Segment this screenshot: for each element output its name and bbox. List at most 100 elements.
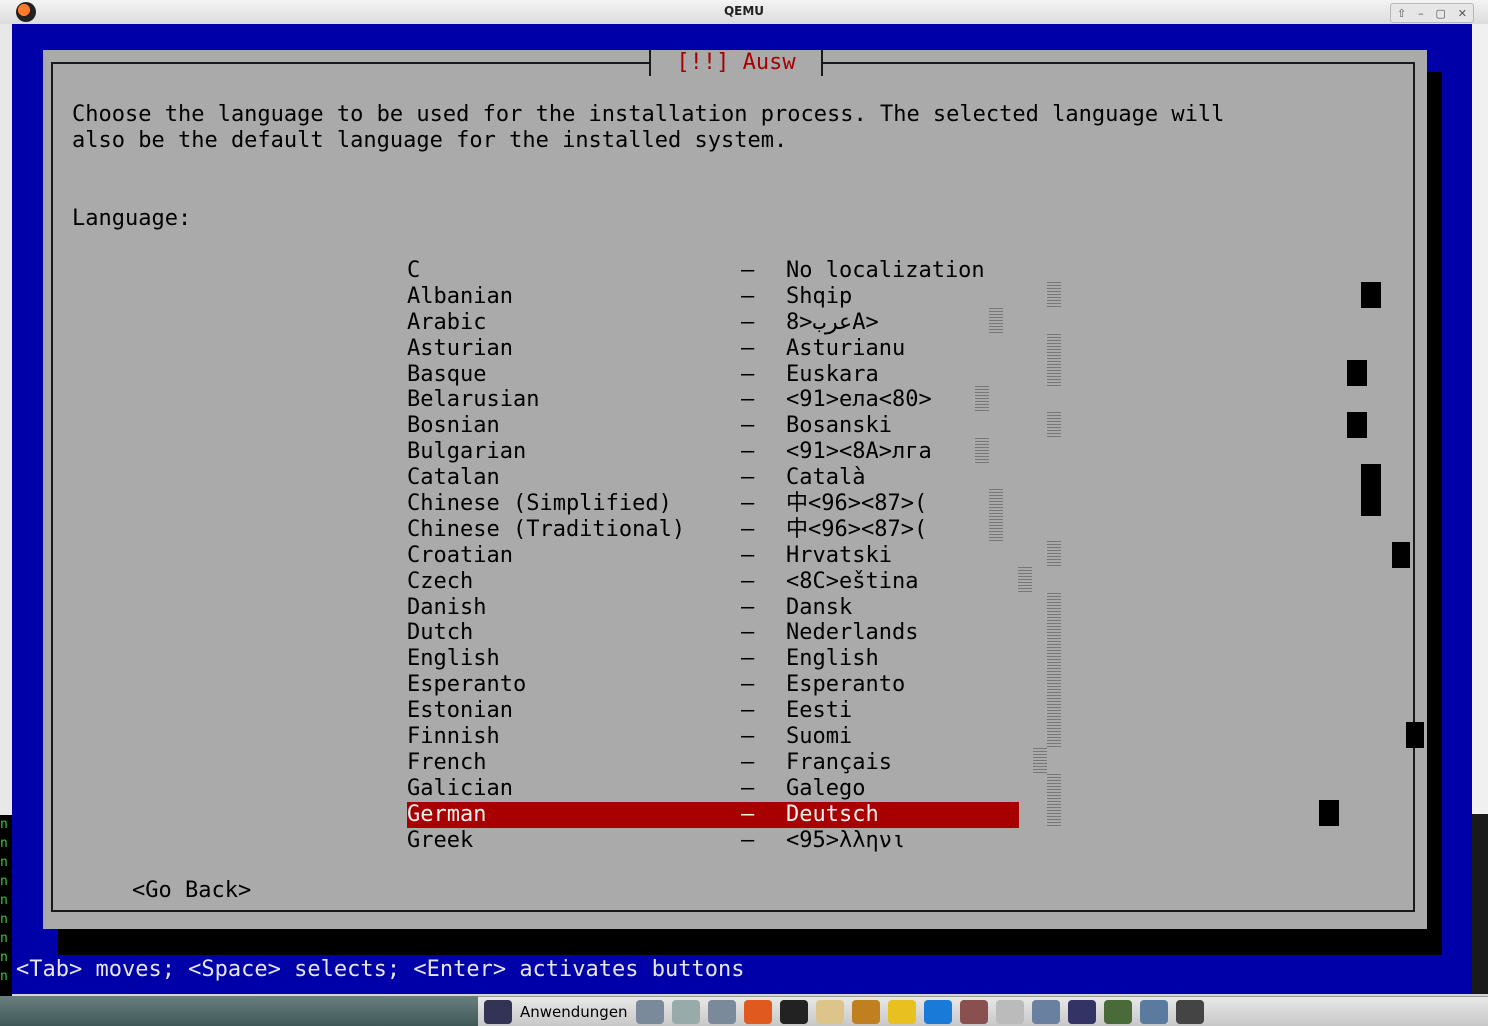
separator-dash: – [741, 309, 755, 335]
language-name: Danish [407, 594, 487, 620]
separator-dash: – [741, 361, 755, 387]
vm-screen[interactable]: [!!] Ausw Choose the language to be used… [12, 24, 1472, 994]
language-name: Finnish [407, 724, 500, 750]
separator-dash: – [741, 594, 755, 620]
terminal-glyph: n [0, 893, 8, 908]
language-native-name: Esperanto [786, 672, 906, 698]
lock-icon[interactable] [1067, 999, 1096, 1024]
language-option[interactable]: English – English [407, 646, 1027, 672]
scrollbar-segment [1047, 541, 1061, 567]
language-native-name: عرب<8A> [786, 309, 879, 335]
language-name: Estonian [407, 698, 513, 724]
language-option[interactable]: Chinese (Simplified) – 中<96><87>( [407, 491, 1027, 517]
dialog-title: [!!] Ausw [649, 50, 823, 76]
go-back-button[interactable]: <Go Back> [132, 878, 251, 904]
language-name: Galician [407, 775, 513, 801]
separator-dash: – [741, 801, 755, 827]
language-option[interactable]: Chinese (Traditional) – 中<96><87>( [407, 517, 1027, 543]
language-option-selected[interactable]: German – Deutsch [407, 801, 1019, 828]
text-editor-icon[interactable] [815, 999, 844, 1024]
brave-browser-icon[interactable] [743, 999, 772, 1024]
language-option[interactable]: Croatian – Hrvatski [407, 543, 1027, 569]
language-option[interactable]: Galician – Galego [407, 776, 1027, 802]
render-artifact [1347, 360, 1367, 386]
scrollbar-segment [1033, 748, 1047, 774]
language-native-name: Asturianu [786, 335, 906, 361]
language-name: German [407, 801, 487, 827]
language-option[interactable]: Danish – Dansk [407, 595, 1027, 621]
language-option[interactable]: C – No localization [407, 258, 1027, 284]
archive-icon[interactable] [851, 999, 880, 1024]
separator-dash: – [741, 542, 755, 568]
scrollbar-segment [975, 386, 989, 412]
separator-dash: – [741, 387, 755, 413]
language-option[interactable]: Finnish – Suomi [407, 724, 1027, 750]
language-name: Greek [407, 827, 474, 853]
language-option[interactable]: Bosnian – Bosanski [407, 413, 1027, 439]
screenshot-icon[interactable] [707, 999, 736, 1024]
language-name: English [407, 646, 500, 672]
language-name: Belarusian [407, 387, 540, 413]
language-native-name: <91>ела<80> [786, 387, 932, 413]
render-artifact [1406, 722, 1424, 748]
mail-icon[interactable] [887, 999, 916, 1024]
language-name: Basque [407, 361, 487, 387]
window-up-icon[interactable]: ⇧ [1397, 7, 1406, 20]
terminal-icon[interactable] [779, 999, 808, 1024]
language-native-name: Suomi [786, 724, 853, 750]
language-option[interactable]: Bulgarian – <91><8A>лга [407, 439, 1027, 465]
xfce-menu-icon[interactable] [484, 999, 512, 1024]
language-name: Asturian [407, 335, 513, 361]
folder-icon[interactable] [1031, 999, 1060, 1024]
language-option[interactable]: Belarusian – <91>ела<80> [407, 387, 1027, 413]
background-terminal-edge: nnnnnnnnn [0, 815, 12, 1005]
shutdown-icon[interactable] [1175, 999, 1204, 1024]
window-close-icon[interactable]: ✕ [1458, 7, 1467, 20]
language-native-name: Bosanski [786, 413, 892, 439]
separator-dash: – [741, 620, 755, 646]
separator-dash: – [741, 465, 755, 491]
language-option[interactable]: Estonian – Eesti [407, 698, 1027, 724]
language-option[interactable]: French – Français [407, 750, 1027, 776]
language-dialog: [!!] Ausw Choose the language to be used… [43, 50, 1427, 929]
search-icon[interactable] [995, 999, 1024, 1024]
language-native-name: Català [786, 465, 866, 491]
dialog-description: Choose the language to be used for the i… [72, 102, 1224, 154]
language-option[interactable]: Dutch – Nederlands [407, 620, 1027, 646]
applications-menu-label[interactable]: Anwendungen [520, 1003, 628, 1021]
separator-dash: – [741, 258, 755, 283]
language-native-name: <8C>eština [786, 568, 919, 594]
render-artifact [1347, 412, 1367, 438]
language-option[interactable]: Basque – Euskara [407, 362, 1027, 388]
language-option[interactable]: Esperanto – Esperanto [407, 672, 1027, 698]
language-option[interactable]: Albanian – Shqip [407, 284, 1027, 310]
file-manager-icon[interactable] [635, 999, 664, 1024]
suspend-icon[interactable] [1139, 999, 1168, 1024]
language-list[interactable]: C – No localization Albanian – Shqip Arabic – عر… [407, 258, 1027, 853]
terminal-glyph: n [0, 836, 8, 851]
teamviewer-icon[interactable] [923, 999, 952, 1024]
language-native-name: Dansk [786, 594, 853, 620]
scrollbar-segment [975, 438, 989, 464]
window-switch-icon[interactable] [671, 999, 700, 1024]
language-name: Albanian [407, 283, 513, 309]
language-native-name: English [786, 646, 879, 672]
language-option[interactable]: Arabic – عرب<8A> [407, 310, 1027, 336]
language-name: Arabic [407, 309, 487, 335]
language-native-name: Euskara [786, 361, 879, 387]
package-manager-icon[interactable] [959, 999, 988, 1024]
window-titlebar[interactable]: QEMU ⇧ – ▢ ✕ [0, 0, 1488, 25]
window-minimize-icon[interactable]: – [1418, 7, 1424, 20]
window-maximize-icon[interactable]: ▢ [1435, 7, 1445, 20]
sleep-icon[interactable] [1103, 999, 1132, 1024]
background-window-edge [0, 24, 12, 824]
separator-dash: – [741, 646, 755, 672]
language-option[interactable]: Greek – <95>λληνι [407, 828, 1027, 854]
language-option[interactable]: Catalan – Català [407, 465, 1027, 491]
language-option[interactable]: Asturian – Asturianu [407, 336, 1027, 362]
language-option[interactable]: Czech – <8C>eština [407, 569, 1027, 595]
separator-dash: – [741, 568, 755, 594]
dialog-shadow-bottom [58, 929, 1442, 955]
language-native-name: No localization [786, 258, 985, 283]
render-artifact [1319, 800, 1339, 826]
